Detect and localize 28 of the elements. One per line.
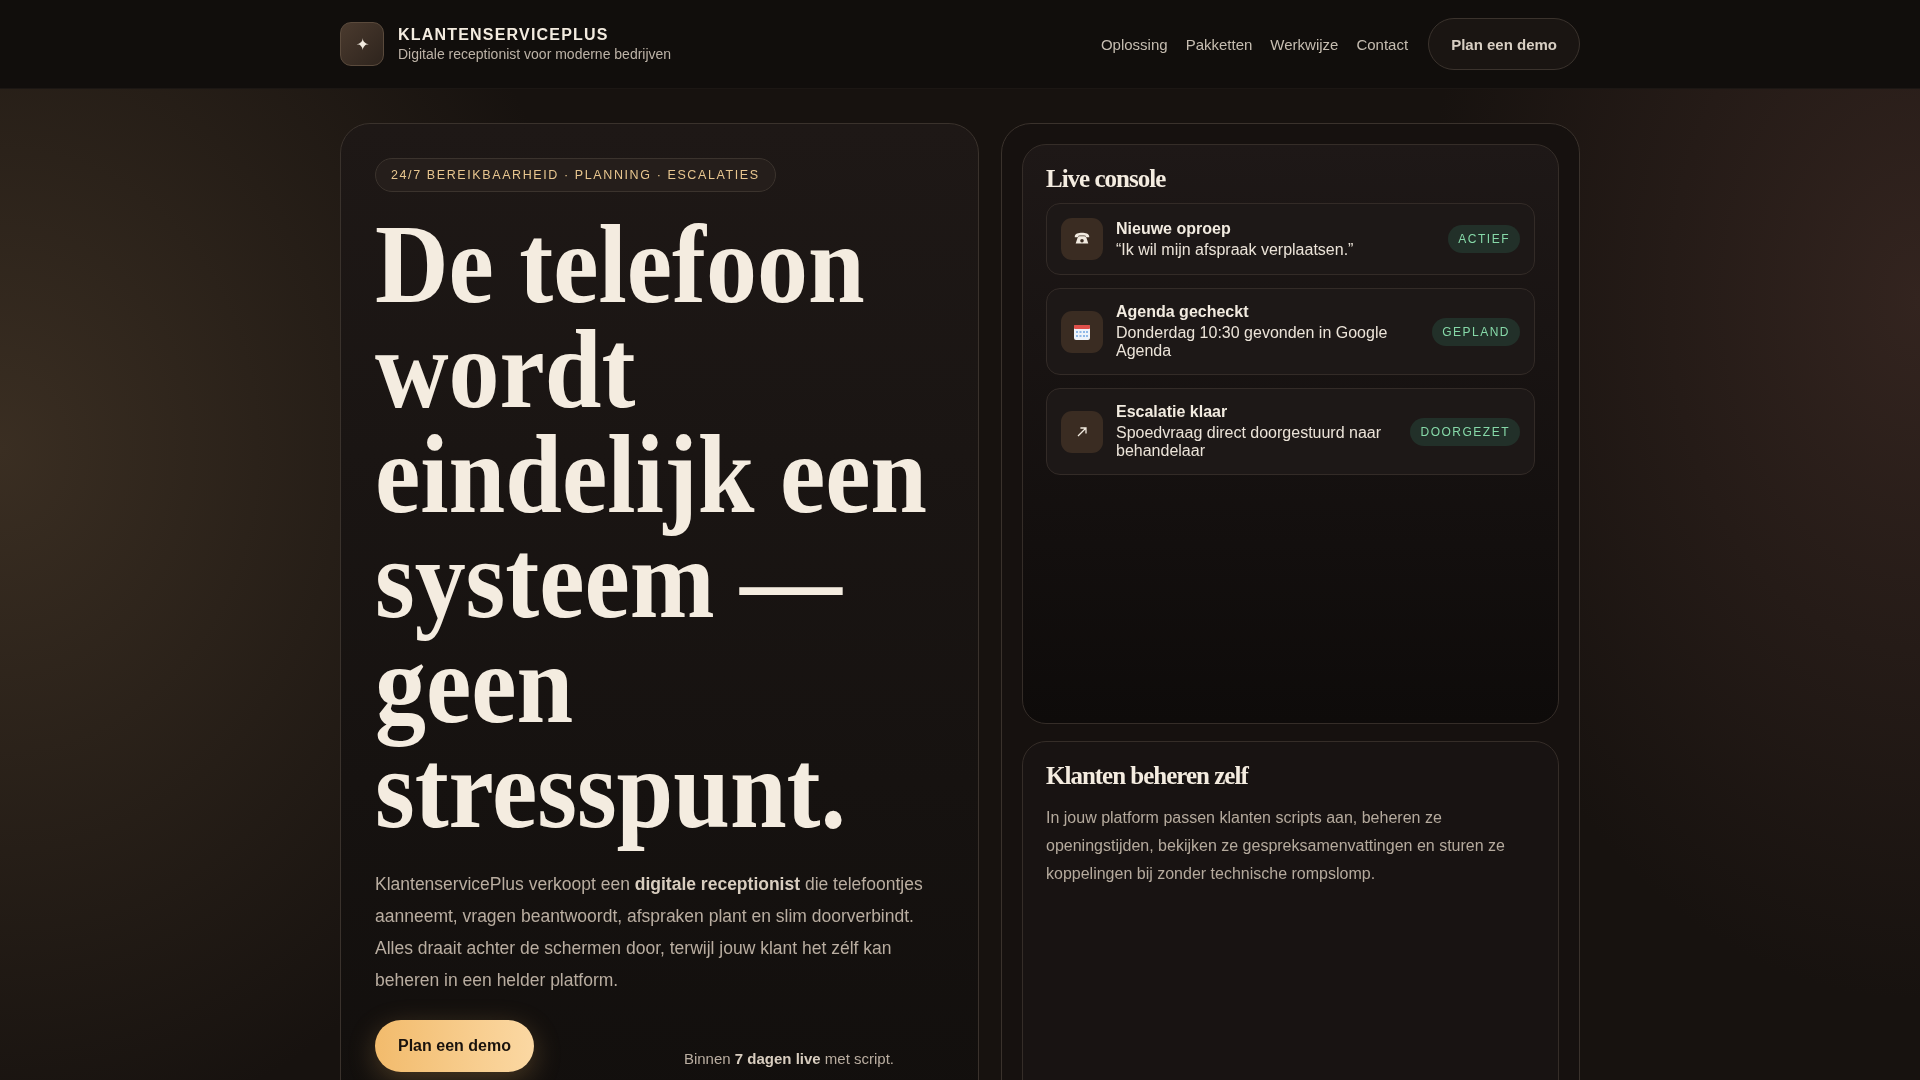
info-text: In jouw platform passen klanten scripts aan, beheren ze openingstijden, bekijken ze gespreksamenvattingen en sturen ze koppelingen bij zonder technische rompslomp. [1046, 808, 1506, 884]
status-badge: GEPLAND [1432, 317, 1520, 346]
nav-link[interactable]: Contact [1356, 35, 1409, 53]
nav-link[interactable]: Oplossing [1100, 35, 1168, 53]
demo-button[interactable]: Plan een demo [375, 1020, 534, 1072]
event-text: “Ik wil mijn afspraak verplaatsen.” [1116, 240, 1355, 259]
feature-tag: 24/7 BEREIKBAARHEID · PLANNING · ESCALATIES [375, 158, 776, 192]
logo-icon[interactable]: ✦ [340, 22, 384, 66]
hero-heading: De telefoon wordt eindelijk een systeem — geen stresspunt. [375, 206, 929, 853]
brand-name: KLANTENSERVICEPLUS [398, 26, 610, 44]
brand-tagline: Digitale receptionist voor moderne bedrijven [398, 46, 672, 62]
info-title: Klanten beheren zelf [1046, 762, 1250, 790]
status-badge: DOORGEZET [1410, 417, 1520, 446]
phone-icon [1061, 218, 1103, 260]
status-badge: ACTIEF [1448, 225, 1520, 253]
nav-link[interactable]: Werkwijze [1270, 35, 1339, 53]
event-text: Donderdag 10:30 gevonden in Google Agenda [1116, 324, 1389, 360]
event-title: Escalatie klaar [1116, 403, 1229, 421]
event-text: Spoedvraag direct doorgestuurd naar behandelaar [1116, 424, 1383, 460]
arrow-icon [1061, 410, 1103, 453]
calendar-icon [1061, 310, 1103, 353]
demo-button[interactable]: Plan een demo [1428, 18, 1580, 70]
event-title: Nieuwe oproep [1116, 219, 1232, 238]
nav-link[interactable]: Pakketten [1185, 35, 1253, 53]
console-title: Live console [1046, 165, 1167, 193]
hero-description: KlantenservicePlus verkoopt een digitale receptionist die telefoontjes aanneemt, vragen beantwoordt, afspraken plant en slim doorverbindt. Alles draait achter de schermen door, terwijl jouw klant het zélf kan beheren in een helder platform. [375, 873, 924, 992]
launch-note: Binnen 7 dagen live met script. [683, 1050, 895, 1067]
event-title: Agenda gecheckt [1116, 303, 1250, 321]
